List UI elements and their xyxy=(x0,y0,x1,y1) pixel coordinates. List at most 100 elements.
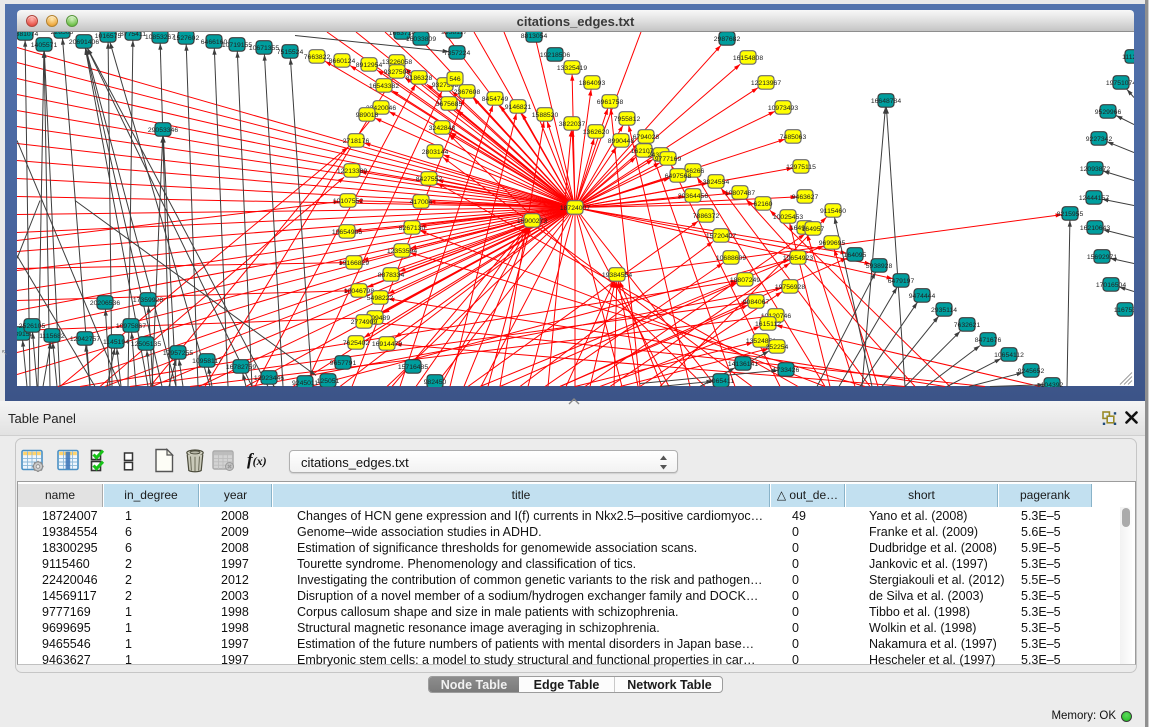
svg-text:164957: 164957 xyxy=(802,225,825,232)
svg-text:9529966: 9529966 xyxy=(1095,108,1122,115)
svg-text:1016575: 1016575 xyxy=(95,32,122,39)
svg-text:13325419: 13325419 xyxy=(557,64,587,71)
svg-text:19166829: 19166829 xyxy=(339,259,369,266)
svg-text:15692971: 15692971 xyxy=(1087,253,1117,260)
svg-text:10688609: 10688609 xyxy=(716,254,746,261)
svg-text:1065411: 1065411 xyxy=(708,377,734,384)
svg-text:8990448: 8990448 xyxy=(608,137,635,144)
svg-text:12923446: 12923446 xyxy=(254,374,284,381)
svg-text:19756928: 19756928 xyxy=(775,283,805,290)
svg-text:9777169: 9777169 xyxy=(655,155,682,162)
svg-text:10107552: 10107552 xyxy=(333,197,363,204)
svg-text:17957255: 17957255 xyxy=(163,349,193,356)
svg-text:8454749: 8454749 xyxy=(482,95,509,102)
svg-text:8660124: 8660124 xyxy=(329,57,356,64)
svg-text:19384554: 19384554 xyxy=(602,271,632,278)
svg-text:10654112: 10654112 xyxy=(994,351,1024,358)
svg-text:19218506: 19218506 xyxy=(540,51,570,58)
svg-text:10719155: 10719155 xyxy=(222,41,252,48)
svg-text:10807487: 10807487 xyxy=(725,189,755,196)
svg-text:15716485: 15716485 xyxy=(398,363,428,370)
svg-text:12353594: 12353594 xyxy=(387,247,417,254)
svg-text:546: 546 xyxy=(449,75,461,82)
svg-text:1362620: 1362620 xyxy=(583,128,610,135)
svg-text:10046798: 10046798 xyxy=(344,287,374,294)
svg-text:7663822: 7663822 xyxy=(304,53,331,60)
svg-text:12213967: 12213967 xyxy=(751,79,781,86)
svg-text:164095: 164095 xyxy=(844,251,867,258)
svg-text:10853267: 10853267 xyxy=(145,33,175,40)
svg-text:228505: 228505 xyxy=(51,32,74,36)
svg-text:9146821: 9146821 xyxy=(505,103,532,110)
svg-text:19654923: 19654923 xyxy=(783,254,813,261)
svg-text:2718176: 2718176 xyxy=(343,137,370,144)
svg-text:8813054: 8813054 xyxy=(521,32,548,39)
svg-text:8267130: 8267130 xyxy=(399,224,426,231)
svg-text:8775411: 8775411 xyxy=(120,32,146,38)
svg-text:1405571: 1405571 xyxy=(31,41,58,48)
svg-text:3822037: 3822037 xyxy=(559,120,586,127)
svg-text:6497568: 6497568 xyxy=(665,172,692,179)
svg-text:20364456: 20364456 xyxy=(678,192,708,199)
svg-text:16648784: 16648784 xyxy=(871,97,901,104)
svg-text:29053346: 29053346 xyxy=(148,126,178,133)
svg-text:5938928: 5938928 xyxy=(866,262,893,269)
svg-text:9463627: 9463627 xyxy=(792,193,819,200)
svg-text:16782759: 16782759 xyxy=(226,363,256,370)
svg-text:417004: 417004 xyxy=(410,198,433,205)
svg-text:2367608: 2367608 xyxy=(454,88,481,95)
svg-text:16543382: 16543382 xyxy=(369,82,399,89)
svg-text:8471676: 8471676 xyxy=(975,336,1002,343)
svg-text:1115682: 1115682 xyxy=(39,332,65,339)
svg-text:8215955: 8215955 xyxy=(1057,210,1084,217)
svg-text:7515524: 7515524 xyxy=(277,48,304,55)
svg-text:9558117: 9558117 xyxy=(441,32,467,36)
svg-text:1527602: 1527602 xyxy=(173,34,200,41)
svg-text:12975115: 12975115 xyxy=(786,163,816,170)
svg-text:6961758: 6961758 xyxy=(597,98,624,105)
svg-text:6794028: 6794028 xyxy=(633,133,660,140)
svg-text:19751074: 19751074 xyxy=(1106,79,1134,86)
svg-text:16914479: 16914479 xyxy=(372,340,402,347)
svg-text:7886372: 7886372 xyxy=(693,212,720,219)
svg-text:5498222: 5498222 xyxy=(367,294,394,301)
svg-text:16033809: 16033809 xyxy=(406,35,436,42)
svg-text:16210643: 16210643 xyxy=(1080,224,1110,231)
svg-text:10973493: 10973493 xyxy=(768,104,798,111)
svg-text:62160: 62160 xyxy=(754,200,773,207)
svg-text:8427552: 8427552 xyxy=(416,175,443,182)
svg-text:2526105: 2526105 xyxy=(19,322,46,329)
svg-text:9657791: 9657791 xyxy=(330,359,357,366)
svg-text:12505135: 12505135 xyxy=(131,340,161,347)
svg-text:10958117: 10958117 xyxy=(192,357,222,364)
svg-text:20691406: 20691406 xyxy=(69,38,99,45)
svg-text:19654985: 19654985 xyxy=(332,228,362,235)
svg-text:10671355: 10671355 xyxy=(249,44,279,51)
svg-text:1881074: 1881074 xyxy=(17,32,38,38)
svg-text:9227342: 9227342 xyxy=(1086,135,1113,142)
svg-text:2935114: 2935114 xyxy=(931,306,957,313)
svg-text:18807249: 18807249 xyxy=(730,276,760,283)
svg-text:3242848: 3242848 xyxy=(429,124,456,131)
svg-text:7357224: 7357224 xyxy=(444,49,471,56)
svg-text:1615112: 1615112 xyxy=(755,320,781,327)
svg-text:16154808: 16154808 xyxy=(733,54,763,61)
svg-text:12093872: 12093872 xyxy=(1080,165,1110,172)
svg-text:2987682: 2987682 xyxy=(714,35,741,42)
svg-text:10975867: 10975867 xyxy=(116,322,146,329)
svg-text:15720407: 15720407 xyxy=(706,232,736,239)
svg-text:9115460: 9115460 xyxy=(820,207,846,214)
svg-text:982450: 982450 xyxy=(424,378,447,385)
svg-text:1588520: 1588520 xyxy=(532,111,559,118)
svg-text:15900273: 15900273 xyxy=(517,217,547,224)
svg-text:10025453: 10025453 xyxy=(773,213,803,220)
svg-text:3675685: 3675685 xyxy=(436,100,463,107)
svg-text:8186328: 8186328 xyxy=(406,74,433,81)
svg-text:116753: 116753 xyxy=(1114,306,1134,313)
svg-text:9084067: 9084067 xyxy=(743,298,770,305)
svg-text:12942757: 12942757 xyxy=(70,335,100,342)
svg-text:8912954: 8912954 xyxy=(356,61,383,68)
svg-text:125051: 125051 xyxy=(317,377,340,384)
svg-text:7632621: 7632621 xyxy=(954,321,981,328)
svg-text:9474444: 9474444 xyxy=(909,292,936,299)
